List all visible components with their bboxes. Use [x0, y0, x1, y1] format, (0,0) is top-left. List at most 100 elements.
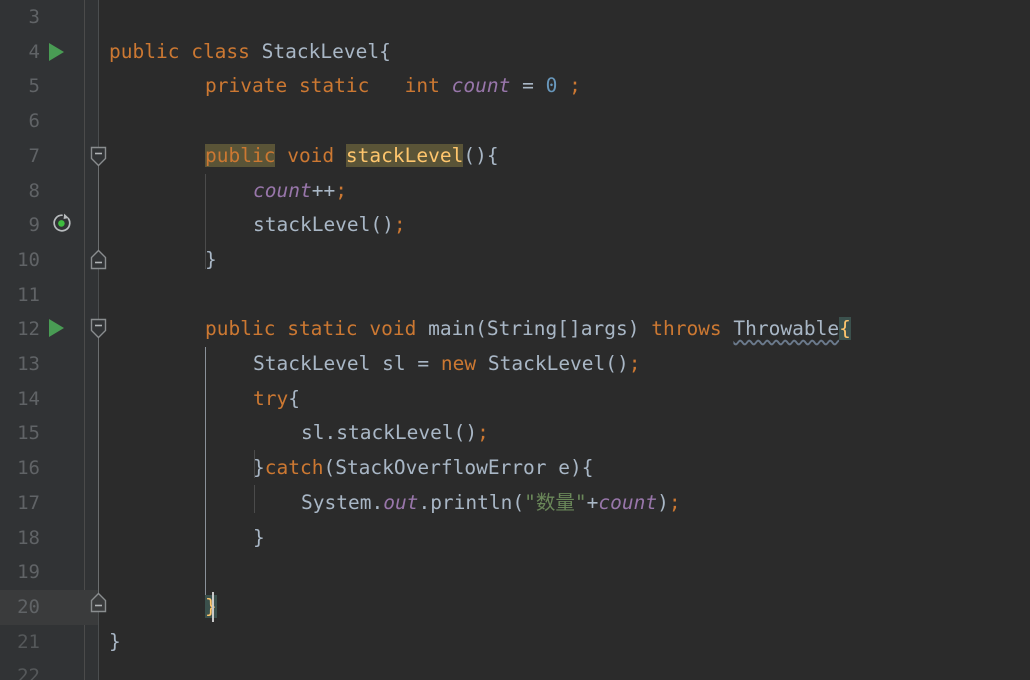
- line-number: 21: [17, 630, 40, 653]
- token-type: StackLevel: [253, 352, 371, 375]
- token-field: count: [598, 490, 658, 514]
- code-line[interactable]: stackLevel();: [253, 208, 406, 243]
- line-number: 8: [28, 179, 40, 202]
- token-keyword-highlighted: public: [205, 143, 276, 167]
- indent-guide-main-body-active: [205, 347, 206, 597]
- code-line[interactable]: }: [253, 521, 265, 556]
- token-class-reference: System: [301, 490, 372, 514]
- token-keyword: void: [369, 317, 417, 341]
- token-keyword: catch: [264, 456, 324, 480]
- indent-guide-try-block-b: [254, 485, 255, 513]
- token-brace: {: [486, 143, 499, 167]
- token-paren: ): [657, 490, 669, 514]
- code-line[interactable]: public void stackLevel(){: [205, 139, 499, 174]
- code-line[interactable]: System.out.println("数量"+count);: [301, 486, 681, 521]
- fold-marker-main-end[interactable]: [90, 592, 107, 613]
- token-variable: sl: [382, 352, 406, 375]
- token-operator: +: [586, 490, 599, 514]
- token-keyword: static: [298, 74, 370, 98]
- token-dot: .: [371, 490, 384, 514]
- token-brace-match: {: [839, 317, 851, 341]
- code-line[interactable]: StackLevel sl = new StackLevel();: [253, 347, 641, 382]
- token-method-call: println: [430, 490, 513, 514]
- token-brace: {: [581, 456, 594, 480]
- token-method-highlighted: stackLevel: [345, 143, 464, 167]
- token-method-call: stackLevel(): [253, 213, 394, 237]
- line-number: 20: [17, 595, 40, 618]
- line-number: 19: [17, 561, 40, 584]
- line-number: 9: [28, 214, 40, 237]
- token-string-literal: "数量": [524, 490, 587, 514]
- run-class-marker-icon[interactable]: [49, 43, 64, 61]
- token-paren: ): [570, 456, 582, 480]
- line-number: 5: [28, 75, 40, 98]
- token-operator: =: [522, 74, 534, 98]
- token-keyword: public: [205, 317, 276, 341]
- token-paren: (: [323, 456, 336, 480]
- token-field: count: [253, 178, 312, 202]
- line-number: 15: [17, 422, 40, 445]
- line-number: 12: [17, 318, 40, 341]
- token-type-warning: Throwable: [733, 317, 840, 341]
- code-line[interactable]: public static void main(String[]args) th…: [205, 312, 851, 347]
- token-method-call: sl.stackLevel(): [301, 421, 478, 445]
- fold-line-constructor: [98, 155, 99, 263]
- token-field: count: [451, 74, 511, 98]
- code-line[interactable]: sl.stackLevel();: [301, 416, 489, 451]
- token-keyword: void: [287, 143, 335, 167]
- recursion-marker-icon[interactable]: [51, 212, 71, 232]
- token-dot: .: [418, 490, 431, 514]
- run-main-marker-icon[interactable]: [49, 319, 64, 337]
- token-number: 0: [545, 74, 558, 98]
- code-line[interactable]: }: [205, 243, 217, 278]
- fold-marker-constructor-end[interactable]: [90, 249, 107, 270]
- token-brace: {: [379, 39, 391, 63]
- line-number: 3: [28, 6, 40, 28]
- code-line[interactable]: }: [109, 625, 121, 660]
- token-brace: }: [253, 456, 265, 480]
- token-keyword: private: [205, 74, 288, 98]
- code-line[interactable]: private static int count = 0 ;: [205, 69, 581, 104]
- token-keyword: new: [440, 352, 477, 375]
- token-type: StackOverflowError: [335, 456, 547, 480]
- code-line-current[interactable]: }: [205, 590, 217, 625]
- token-keyword: try: [253, 386, 289, 410]
- line-number: 6: [28, 110, 40, 133]
- code-editor[interactable]: 3 4 5 6 7 8 9 10 11 12 13 14 15 16 17 18…: [0, 0, 1030, 680]
- token-brace: {: [288, 386, 300, 410]
- token-keyword: class: [191, 39, 250, 63]
- line-number: 18: [17, 526, 40, 549]
- code-line[interactable]: count++;: [253, 174, 347, 209]
- token-keyword: public: [109, 39, 180, 63]
- text-caret: [212, 592, 214, 622]
- code-line[interactable]: try{: [253, 382, 300, 417]
- code-text-area[interactable]: public class StackLevel{ private static …: [99, 0, 1030, 680]
- line-number: 14: [17, 387, 40, 410]
- token-keyword: throws: [651, 317, 722, 341]
- code-line[interactable]: }catch(StackOverflowError e){: [253, 451, 594, 486]
- token-class-name: StackLevel: [261, 39, 380, 63]
- line-number: 7: [28, 144, 40, 167]
- line-number: 22: [17, 665, 40, 680]
- fold-marker-main-start[interactable]: [90, 318, 107, 339]
- fold-marker-constructor-start[interactable]: [90, 146, 107, 167]
- code-line[interactable]: public class StackLevel{: [109, 35, 391, 70]
- token-operator: ++: [311, 178, 336, 202]
- line-number: 11: [17, 283, 40, 306]
- line-number: 4: [28, 40, 40, 63]
- token-brace-match: }: [205, 594, 217, 618]
